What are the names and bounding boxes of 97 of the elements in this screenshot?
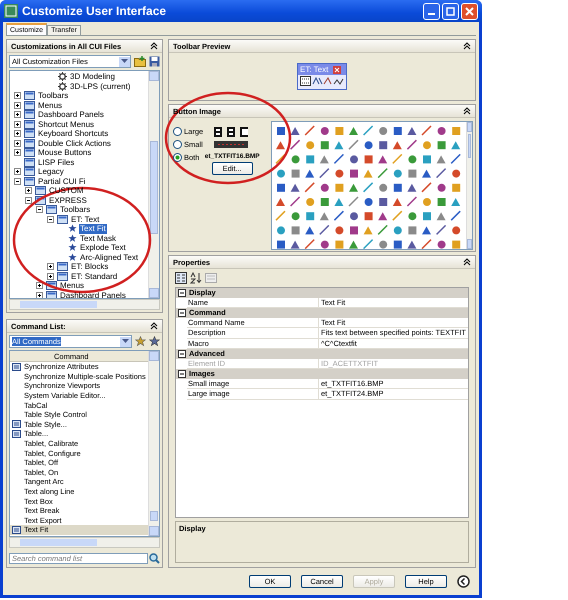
toolbar-title: ET: Text [300,65,328,74]
collapse-icon[interactable] [463,258,471,266]
collapse-icon[interactable] [36,206,44,214]
toolbar-icon [57,262,68,272]
horizontal-scrollbar[interactable] [9,537,160,548]
tree-item[interactable]: Dashboard Panels [59,290,127,298]
tree-item[interactable]: Mouse Buttons [37,148,92,158]
tree-item[interactable]: Arc-Aligned Text [79,252,140,262]
star-icon [68,224,77,234]
collapse-icon[interactable] [463,107,471,115]
collapse-icon[interactable] [14,178,22,185]
caret-icon [122,339,129,344]
toolbar-icon [24,167,35,176]
tree-item[interactable]: EXPRESS [48,196,88,205]
tree-item[interactable]: ET: Text [70,214,100,224]
window-title: Customize User Interface [22,4,168,18]
collapse-left-icon[interactable] [457,575,470,588]
tree-item[interactable]: 3D Modeling [69,72,116,82]
collapse-icon[interactable] [150,42,158,50]
toolbar-icon [24,120,35,129]
expand-icon[interactable] [14,168,22,176]
expand-icon[interactable] [25,187,33,194]
tree-item[interactable]: Text Fit [79,224,107,234]
toolbar-icon [24,176,35,186]
gear-icon [58,82,67,91]
expand-icon[interactable] [14,92,22,100]
folder-icon[interactable] [134,56,146,67]
toolbar-icon [24,110,35,120]
tree-item[interactable]: Toolbars [37,91,70,100]
gear-icon [58,72,67,82]
search-icon[interactable] [149,553,160,564]
toolbar-icon [24,100,35,110]
expand-icon[interactable] [14,140,22,147]
toolbar-icon [24,148,35,158]
tree-item[interactable]: Explode Text [79,243,127,252]
horizontal-scrollbar[interactable] [9,299,160,310]
expand-icon[interactable] [14,149,22,156]
save-icon[interactable] [149,56,160,67]
tree-item[interactable]: Menus [37,100,64,110]
expand-icon[interactable] [47,272,55,280]
star-icon [68,252,77,262]
expand-icon[interactable] [36,292,44,298]
tree-item[interactable]: Shortcut Menus [37,120,96,129]
caret-icon [121,59,128,64]
star-icon [68,234,77,243]
toolbar-icon [57,214,68,224]
tree-item[interactable]: 3D-LPS (current) [69,82,132,91]
collapse-icon[interactable] [178,370,186,378]
expand-icon[interactable] [14,120,22,128]
vertical-scrollbar[interactable] [466,122,472,249]
collapse-icon[interactable] [150,322,158,330]
star-icon[interactable] [135,336,146,347]
minimize-button[interactable] [423,2,440,20]
vertical-scrollbar[interactable] [148,351,159,536]
collapse-icon[interactable] [178,288,186,297]
tree-item[interactable]: ET: Blocks [70,262,110,272]
tree-item[interactable]: Menus [59,281,86,290]
collapse-icon[interactable] [178,350,186,358]
expand-icon[interactable] [36,282,44,290]
app-icon [4,4,18,18]
star-icon[interactable] [149,336,160,347]
property-pages-icon [205,272,217,284]
minimize-icon [428,12,435,14]
sort-icon[interactable] [190,272,202,284]
tree-item[interactable]: LISP Files [37,158,76,167]
star-icon [68,243,77,252]
close-button[interactable] [461,2,478,20]
tree-item[interactable]: Keyboard Shortcuts [37,129,110,138]
close-icon [465,6,474,16]
toolbar-icon [24,138,35,148]
tree-item[interactable]: Toolbars [59,205,92,214]
vertical-scrollbar[interactable] [148,71,159,298]
expand-icon[interactable] [14,111,22,118]
tree-item[interactable]: Double Click Actions [37,138,112,148]
expand-icon[interactable] [14,102,22,109]
tree-item[interactable]: Partial CUI Fi [37,176,87,186]
maximize-icon [446,6,455,16]
tree-item[interactable]: ET: Standard [70,272,118,281]
toolbar-icon [46,205,57,214]
toolbar-icon [24,91,35,100]
close-icon[interactable] [333,66,342,74]
collapse-icon[interactable] [178,308,186,317]
toolbar-icon [57,272,68,281]
collapse-icon[interactable] [463,42,471,50]
tree-item[interactable]: Dashboard Panels [37,110,105,120]
collapse-icon[interactable] [25,196,33,204]
expand-icon[interactable] [47,263,55,270]
categorized-icon[interactable] [175,272,187,284]
tree-item[interactable]: Legacy [37,167,65,176]
collapse-icon[interactable] [47,216,55,223]
maximize-button[interactable] [442,2,459,20]
tree-item[interactable]: Text Mask [79,234,118,243]
toolbar-icon [35,186,46,196]
toolbar-icon [24,129,35,138]
tool-icons-drawing [300,76,344,86]
expand-icon[interactable] [14,130,22,138]
toolbar-icon [24,158,35,167]
